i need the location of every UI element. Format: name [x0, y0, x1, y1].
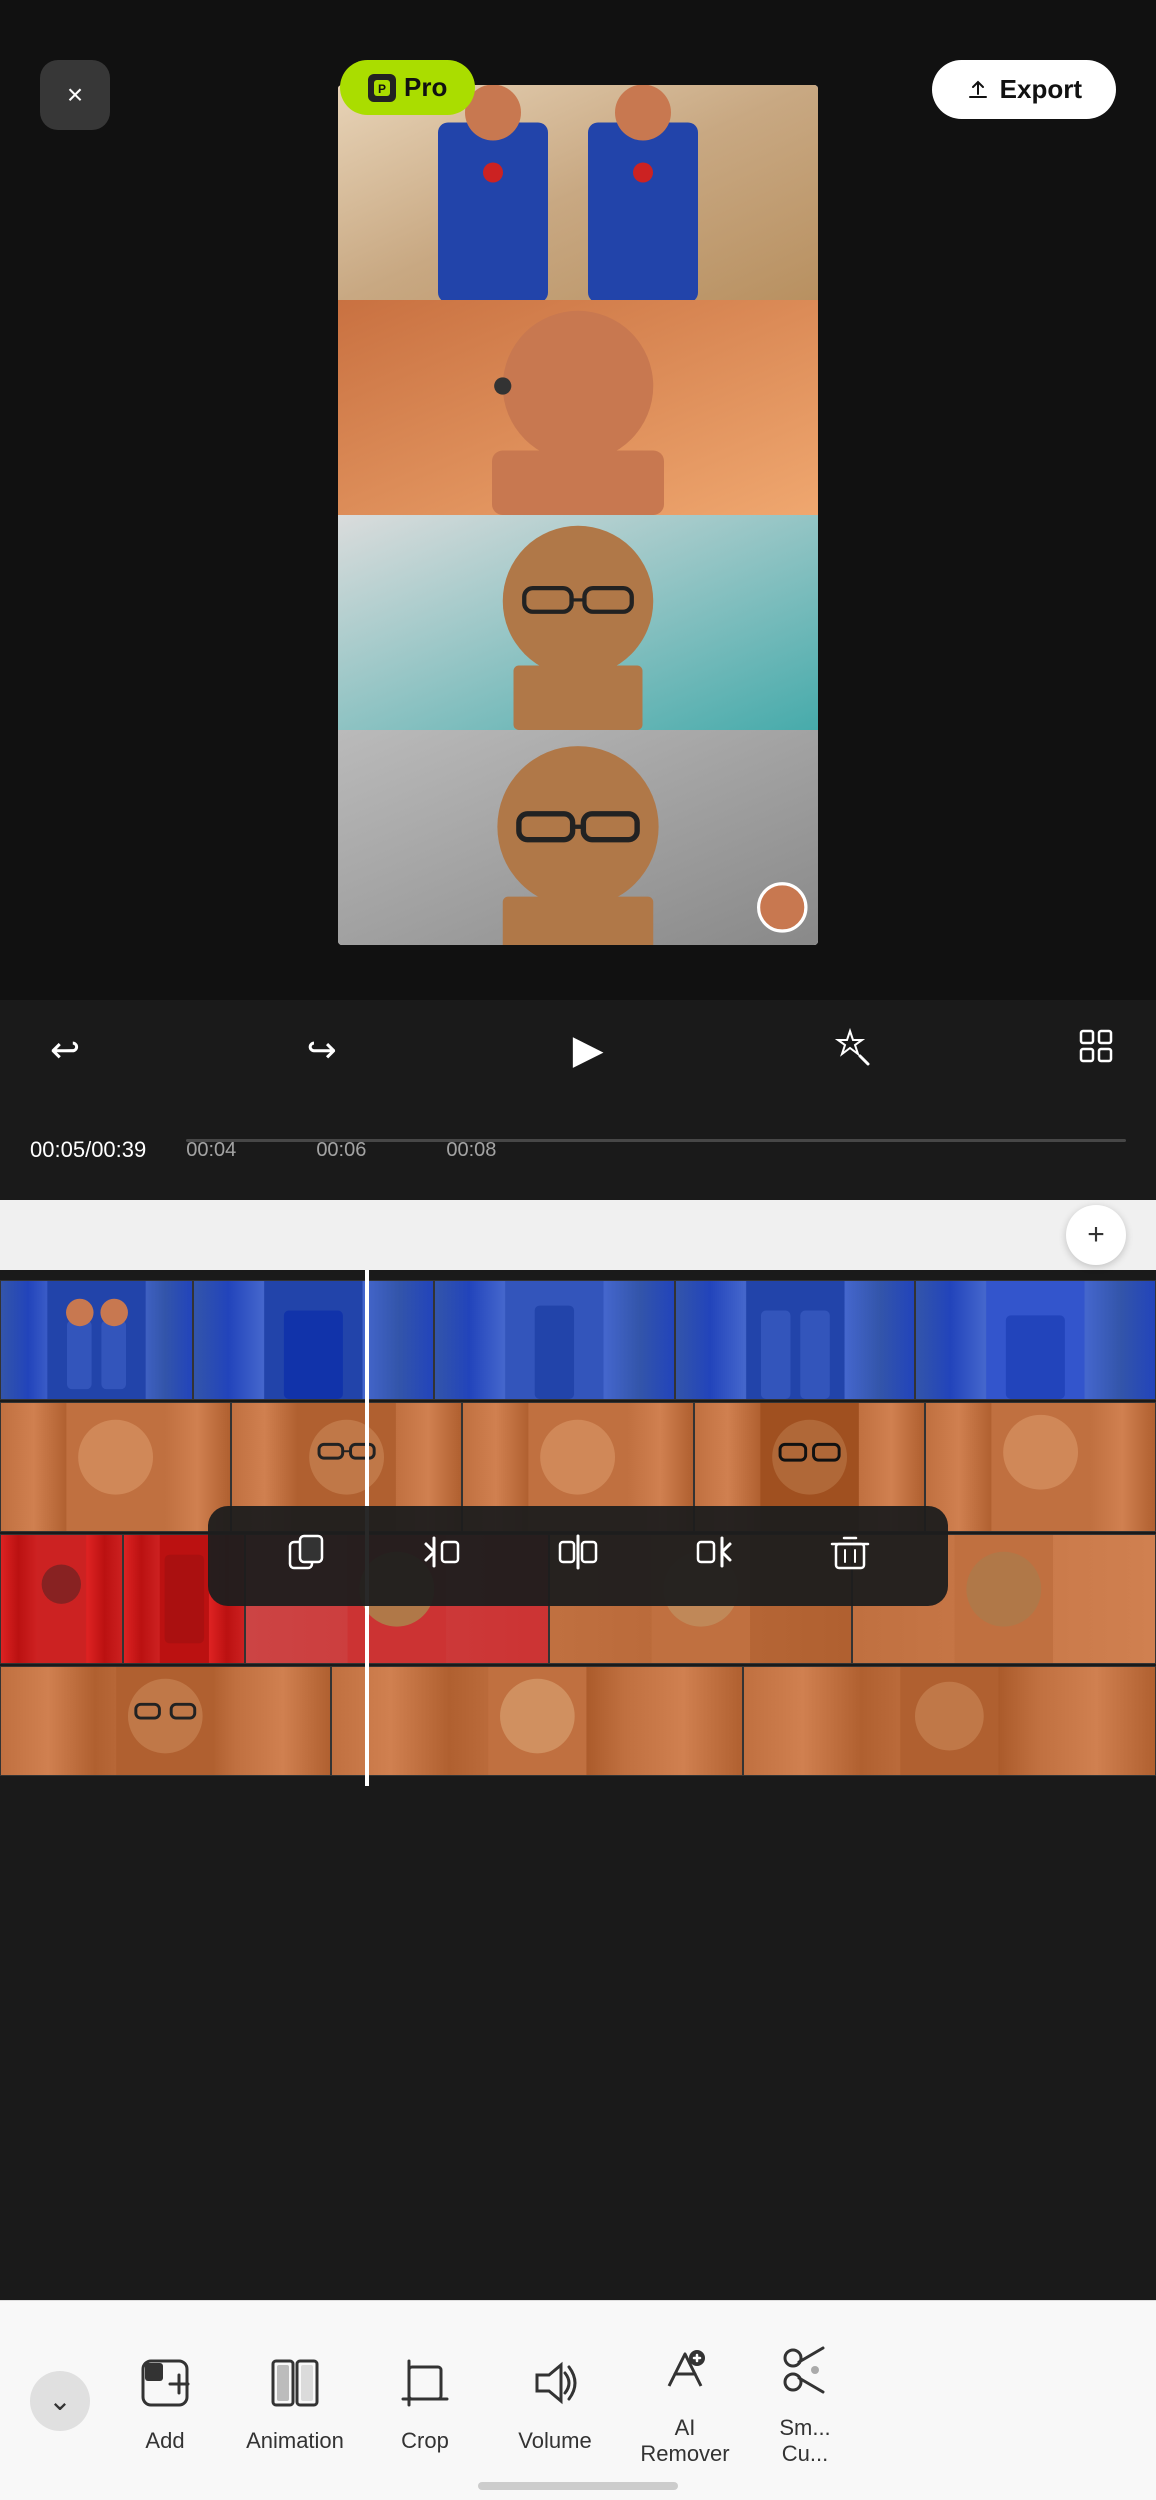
current-time: 00:05/00:39: [30, 1137, 146, 1163]
magic-button[interactable]: [830, 1026, 870, 1075]
film-cell-1-3: [434, 1280, 675, 1400]
upload-icon: [966, 78, 990, 102]
redo-button[interactable]: ↪: [297, 1019, 347, 1081]
film-cell-1-5: [915, 1280, 1156, 1400]
bottom-toolbar: ⌄ Add An: [0, 2300, 1156, 2500]
film-cell-4-2: [331, 1666, 744, 1776]
film-cell-2-1: [0, 1402, 231, 1532]
copy-icon: [284, 1530, 328, 1574]
split-right-tool-button[interactable]: [682, 1520, 746, 1593]
split-left-tool-button[interactable]: [410, 1520, 474, 1593]
toolbar-smart-cut[interactable]: Sm... Cu...: [750, 2321, 860, 2481]
toolbar-volume[interactable]: Volume: [490, 2321, 620, 2481]
collage-frame-2: [338, 300, 818, 515]
close-button[interactable]: ×: [40, 60, 110, 130]
magic-icon: [830, 1036, 870, 1074]
animation-icon: [260, 2348, 330, 2418]
split-left-icon: [420, 1530, 464, 1574]
undo-button[interactable]: ↩: [40, 1019, 90, 1081]
film-cell-4-3: [743, 1666, 1156, 1776]
volume-label: Volume: [518, 2428, 591, 2454]
time-marker-2: 00:06: [316, 1139, 366, 1162]
ai-remover-icon: [650, 2335, 720, 2405]
preview-area: × P Pro Export: [0, 0, 1156, 1000]
fullscreen-icon: [1076, 1036, 1116, 1074]
delete-icon: [828, 1530, 872, 1574]
add-icon: [130, 2348, 200, 2418]
film-cell-1-1: [0, 1280, 193, 1400]
animation-label: Animation: [246, 2428, 344, 2454]
toolbar-crop[interactable]: Crop: [360, 2321, 490, 2481]
film-cell-1-4: [675, 1280, 916, 1400]
video-preview: [338, 85, 818, 945]
time-marker-1: 00:04: [186, 1139, 236, 1162]
pro-badge[interactable]: P Pro: [340, 60, 475, 115]
ai-remover-label-line2: Remover: [640, 2441, 729, 2466]
crop-label: Crop: [401, 2428, 449, 2454]
delete-tool-button[interactable]: [818, 1520, 882, 1593]
close-icon: ×: [67, 79, 83, 111]
chevron-down-icon: ⌄: [48, 2384, 71, 2417]
pro-label: Pro: [404, 72, 447, 103]
film-cell-2-5: [925, 1402, 1156, 1532]
scroll-indicator: [478, 2482, 678, 2490]
film-cell-3-1: [0, 1534, 123, 1664]
collage-frame-3: [338, 515, 818, 730]
filmstrip-wrapper: 19.1s: [0, 1270, 1156, 1786]
copy-tool-button[interactable]: [274, 1520, 338, 1593]
film-row-1: [0, 1280, 1156, 1400]
controls-bar: ↩ ↪ ▶: [0, 1000, 1156, 1100]
crop-icon: [390, 2348, 460, 2418]
edit-toolbar: [208, 1506, 948, 1606]
split-icon: [556, 1530, 600, 1574]
add-media-button[interactable]: +: [1066, 1205, 1126, 1265]
collage-frame-1: [338, 85, 818, 300]
smart-cut-icon: [770, 2335, 840, 2405]
fullscreen-button[interactable]: [1076, 1026, 1116, 1075]
play-button[interactable]: ▶: [553, 1015, 623, 1085]
add-label: Add: [145, 2428, 184, 2454]
ai-remover-label-line1: AI: [675, 2415, 696, 2440]
collapse-button[interactable]: ⌄: [30, 2371, 90, 2431]
export-button[interactable]: Export: [932, 60, 1116, 119]
add-button-container: +: [0, 1200, 1156, 1270]
split-right-icon: [692, 1530, 736, 1574]
smart-cut-label-line2: Cu...: [782, 2441, 828, 2466]
play-icon: ▶: [573, 1027, 604, 1073]
volume-icon: [520, 2348, 590, 2418]
collage-frame-4: [338, 730, 818, 945]
timeline-area: 00:05/00:39 00:04 00:06 00:08: [0, 1100, 1156, 1200]
pro-icon: P: [368, 74, 396, 102]
split-tool-button[interactable]: [546, 1520, 610, 1593]
svg-text:P: P: [378, 82, 386, 96]
time-marker-3: 00:08: [446, 1139, 496, 1162]
film-cell-1-2: [193, 1280, 434, 1400]
add-icon: +: [1087, 1218, 1105, 1252]
undo-icon: ↩: [50, 1029, 80, 1071]
export-label: Export: [1000, 74, 1082, 105]
film-row-4: [0, 1666, 1156, 1776]
redo-icon: ↪: [307, 1029, 337, 1071]
toolbar-add[interactable]: Add: [100, 2321, 230, 2481]
smart-cut-label-line1: Sm...: [779, 2415, 830, 2440]
film-cell-4-1: [0, 1666, 331, 1776]
toolbar-animation[interactable]: Animation: [230, 2321, 360, 2481]
toolbar-ai-remover[interactable]: AI Remover: [620, 2321, 750, 2481]
